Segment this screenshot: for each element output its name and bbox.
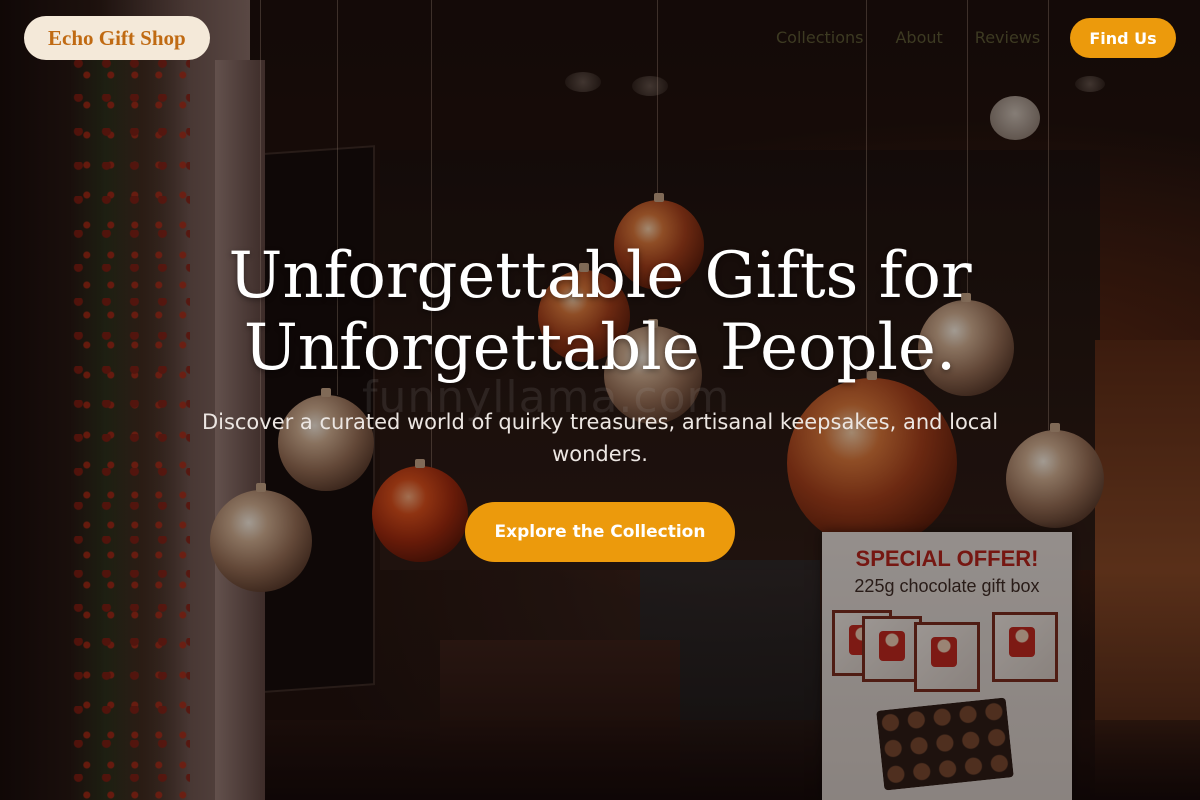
site-header: Echo Gift Shop Collections About Reviews… <box>0 0 1200 76</box>
nav-link-collections[interactable]: Collections <box>776 28 863 47</box>
hero-title-line-1: Unforgettable Gifts for <box>228 239 972 313</box>
hero-title-line-2: Unforgettable People. <box>243 311 957 385</box>
main-nav: Collections About Reviews <box>776 28 1040 47</box>
logo[interactable]: Echo Gift Shop <box>24 16 210 60</box>
nav-link-reviews[interactable]: Reviews <box>975 28 1040 47</box>
hero-title: Unforgettable Gifts for Unforgettable Pe… <box>0 240 1200 384</box>
explore-collection-button[interactable]: Explore the Collection <box>465 502 735 562</box>
nav-link-about[interactable]: About <box>895 28 942 47</box>
find-us-button[interactable]: Find Us <box>1070 18 1176 58</box>
hero-subtitle: Discover a curated world of quirky treas… <box>201 410 999 466</box>
hero-dark-overlay <box>0 0 1200 800</box>
